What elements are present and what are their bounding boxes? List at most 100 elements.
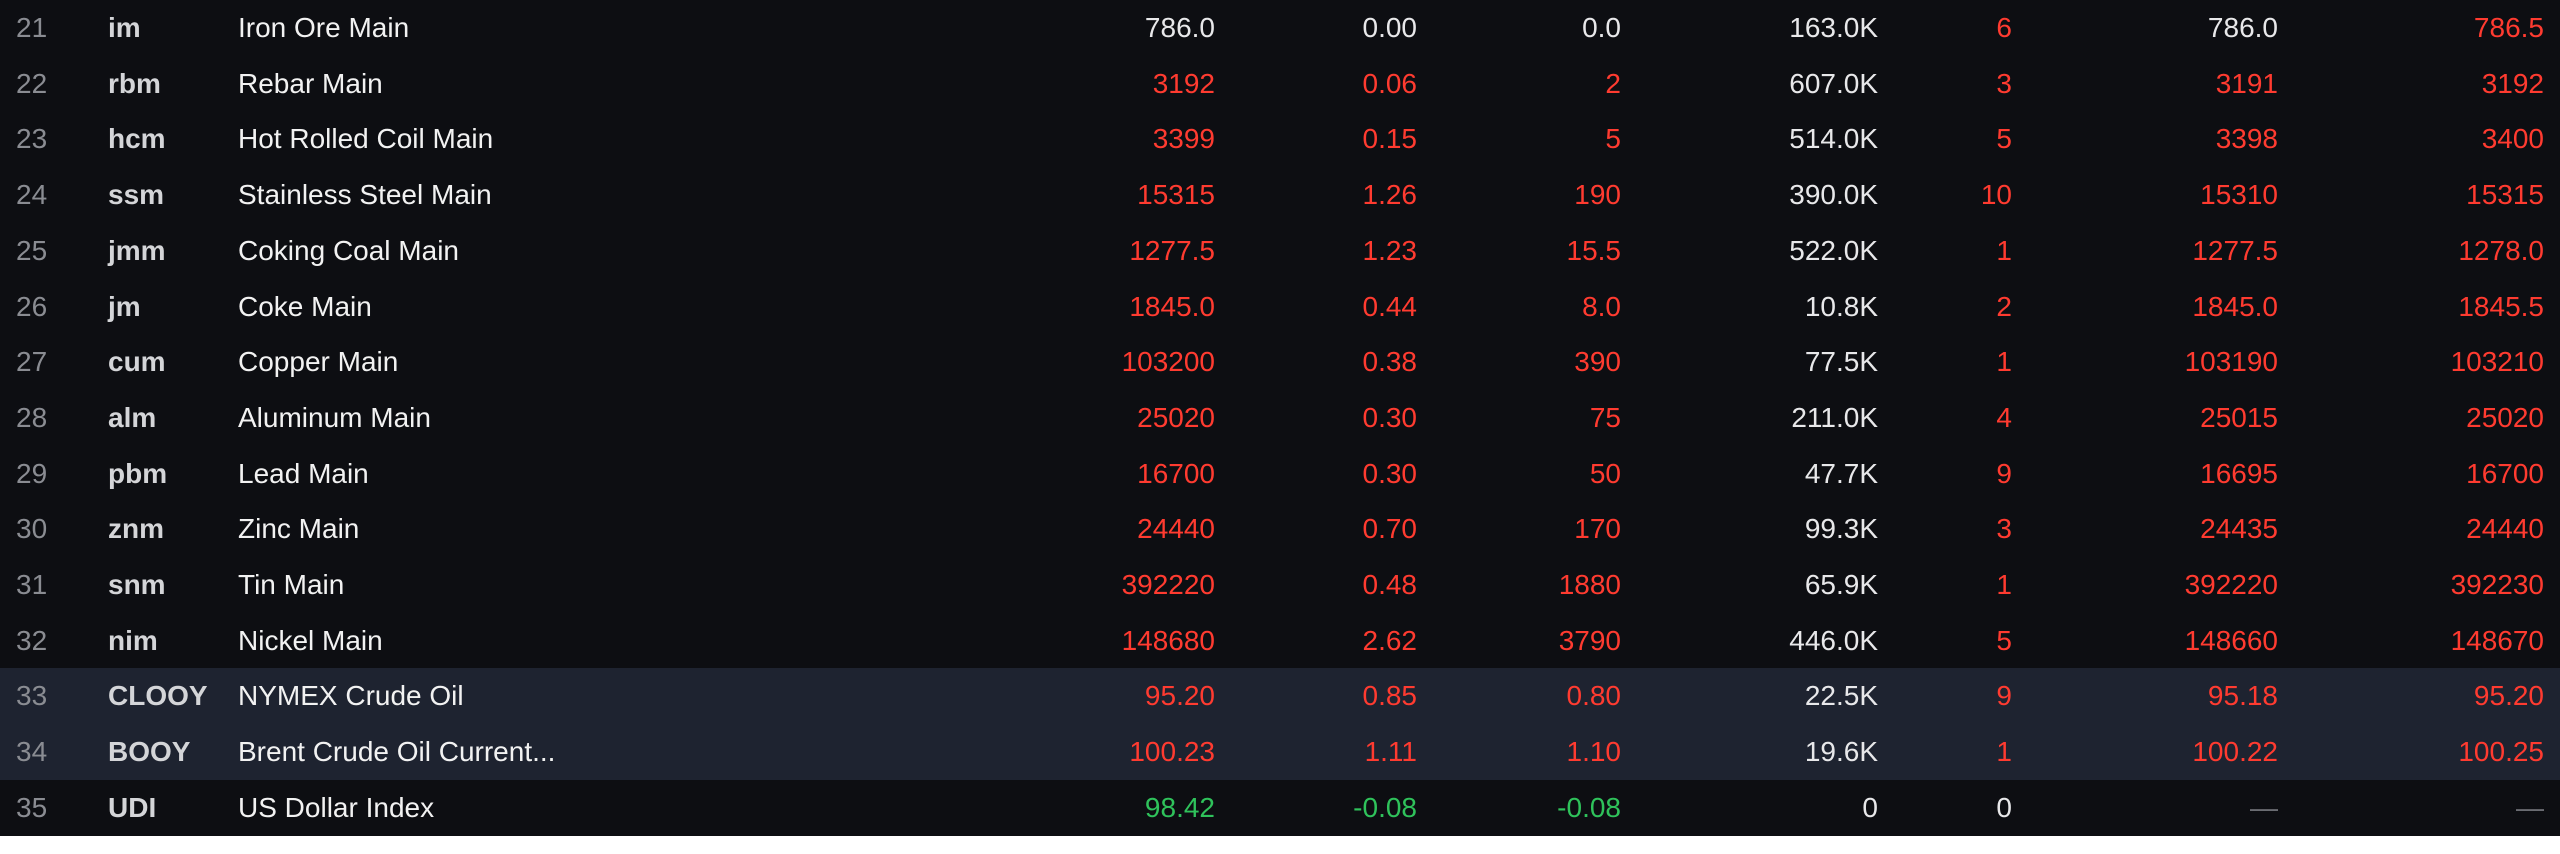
ask-price: 148670 bbox=[2450, 624, 2544, 656]
symbol-code: rbm bbox=[108, 67, 161, 99]
bid-price: 100.22 bbox=[2192, 736, 2278, 768]
bid-price: 3191 bbox=[2215, 67, 2278, 99]
ask-price: 100.25 bbox=[2458, 736, 2544, 768]
change-amount: 3790 bbox=[1558, 624, 1621, 656]
volume: 163.0K bbox=[1789, 12, 1878, 43]
instrument-name: US Dollar Index bbox=[238, 791, 435, 823]
change-amount: 1880 bbox=[1558, 569, 1621, 600]
table-row[interactable]: 30 znm Zinc Main 24440 0.70 170 99.3K 3 24435 244… bbox=[0, 501, 2560, 557]
last-price: 1277.5 bbox=[1129, 234, 1215, 266]
table-row[interactable]: 32 nim Nickel Main 148680 2.62 3790 446.0K 5 148… bbox=[0, 613, 2560, 669]
change-amount: -0.08 bbox=[1557, 791, 1621, 823]
volume: 19.6K bbox=[1804, 736, 1878, 768]
last-price: 15315 bbox=[1137, 179, 1215, 211]
ask-price: — bbox=[2516, 791, 2544, 823]
last-trade-size: 1 bbox=[1996, 736, 2012, 768]
symbol-code: CLOOY bbox=[108, 680, 208, 712]
symbol-code: ssm bbox=[108, 179, 165, 211]
last-price: 3192 bbox=[1152, 67, 1215, 99]
table-row[interactable]: 24 ssm Stainless Steel Main 15315 1.26 190 390… bbox=[0, 167, 2560, 223]
volume: 0 bbox=[1862, 791, 1878, 823]
table-row[interactable]: 29 pbm Lead Main 16700 0.30 50 47.7K 9 16695 1670… bbox=[0, 446, 2560, 502]
table-row[interactable]: 26 jm Coke Main 1845.0 0.44 8.0 10.8K 2 1845.0 18… bbox=[0, 279, 2560, 335]
instrument-name: Iron Ore Main bbox=[238, 12, 410, 43]
instrument-name: Rebar Main bbox=[238, 67, 383, 99]
bid-price: 3398 bbox=[2215, 123, 2278, 155]
change-percent: 0.38 bbox=[1362, 346, 1418, 378]
row-number: 22 bbox=[16, 67, 48, 99]
change-amount: 390 bbox=[1574, 346, 1621, 378]
table-row[interactable]: 34 BOOY Brent Crude Oil Current... 100.23 1.… bbox=[0, 724, 2560, 780]
instrument-name: Aluminum Main bbox=[238, 401, 431, 433]
last-trade-size: 1 bbox=[1996, 234, 2012, 266]
instrument-name: Coke Main bbox=[238, 290, 372, 322]
volume: 10.8K bbox=[1804, 290, 1878, 322]
last-trade-size: 5 bbox=[1996, 123, 2012, 155]
last-trade-size: 10 bbox=[1980, 179, 2012, 211]
symbol-code: BOOY bbox=[108, 736, 191, 768]
table-row[interactable]: 28 alm Aluminum Main 25020 0.30 75 211.0K 4 2501… bbox=[0, 390, 2560, 446]
change-percent: 0.48 bbox=[1362, 569, 1418, 600]
bid-price: 103190 bbox=[2184, 346, 2278, 378]
ask-price: 3400 bbox=[2481, 123, 2544, 155]
table-row[interactable]: 22 rbm Rebar Main 3192 0.06 2 607.0K 3 3191 3192 bbox=[0, 56, 2560, 112]
bid-price: 16695 bbox=[2200, 457, 2278, 489]
last-price: 25020 bbox=[1137, 401, 1215, 433]
row-number: 29 bbox=[16, 457, 48, 489]
ask-price: 24440 bbox=[2466, 513, 2544, 545]
symbol-code: im bbox=[108, 12, 141, 43]
instrument-name: Coking Coal Main bbox=[238, 234, 459, 266]
ask-price: 103210 bbox=[2450, 346, 2544, 378]
change-percent: -0.08 bbox=[1353, 791, 1417, 823]
change-amount: 1.10 bbox=[1566, 736, 1622, 768]
table-row[interactable]: 27 cum Copper Main 103200 0.38 390 77.5K 1 10319… bbox=[0, 334, 2560, 390]
volume: 607.0K bbox=[1789, 67, 1878, 99]
change-amount: 190 bbox=[1574, 179, 1621, 211]
instrument-name: Copper Main bbox=[238, 346, 399, 378]
last-price: 786.0 bbox=[1144, 12, 1215, 43]
volume: 99.3K bbox=[1804, 513, 1878, 545]
symbol-code: hcm bbox=[108, 123, 166, 155]
volume: 47.7K bbox=[1804, 457, 1878, 489]
last-trade-size: 2 bbox=[1996, 290, 2012, 322]
row-number: 32 bbox=[16, 624, 48, 656]
table-row[interactable]: 31 snm Tin Main 392220 0.48 1880 65.9K 1 392220 3… bbox=[0, 557, 2560, 613]
instrument-name: Tin Main bbox=[238, 569, 345, 600]
table-row[interactable]: 35 UDI US Dollar Index 98.42 -0.08 -0.08 0 0 — — bbox=[0, 780, 2560, 836]
row-number: 31 bbox=[16, 569, 48, 600]
change-percent: 0.30 bbox=[1362, 457, 1418, 489]
table-row[interactable]: 25 jmm Coking Coal Main 1277.5 1.23 15.5 522.0… bbox=[0, 223, 2560, 279]
change-percent: 0.15 bbox=[1362, 123, 1418, 155]
table-row[interactable]: 21 im Iron Ore Main 786.0 0.00 0.0 163.0K 6 786.… bbox=[0, 0, 2560, 56]
ask-price: 25020 bbox=[2466, 401, 2544, 433]
volume: 65.9K bbox=[1804, 569, 1878, 600]
table-row[interactable]: 33 CLOOY NYMEX Crude Oil 95.20 0.85 0.80 22.5K… bbox=[0, 668, 2560, 725]
volume: 446.0K bbox=[1789, 624, 1878, 656]
change-amount: 75 bbox=[1589, 401, 1621, 433]
symbol-code: nim bbox=[108, 624, 158, 656]
table-row[interactable]: 23 hcm Hot Rolled Coil Main 3399 0.15 5 514.0K… bbox=[0, 111, 2560, 167]
row-number: 26 bbox=[16, 290, 48, 322]
bid-price: — bbox=[2250, 791, 2278, 823]
ask-price: 3192 bbox=[2481, 67, 2544, 99]
bid-price: 24435 bbox=[2200, 513, 2278, 545]
last-price: 95.20 bbox=[1144, 680, 1215, 712]
change-amount: 50 bbox=[1589, 457, 1621, 489]
change-percent: 0.85 bbox=[1362, 680, 1418, 712]
symbol-code: snm bbox=[108, 569, 166, 600]
last-price: 1845.0 bbox=[1129, 290, 1215, 322]
change-percent: 1.11 bbox=[1364, 736, 1417, 768]
bid-price: 392220 bbox=[2184, 569, 2278, 600]
volume: 522.0K bbox=[1789, 234, 1878, 266]
change-percent: 1.26 bbox=[1362, 179, 1418, 211]
change-amount: 8.0 bbox=[1582, 290, 1621, 322]
row-number: 28 bbox=[16, 401, 48, 433]
volume: 22.5K bbox=[1804, 680, 1878, 712]
row-number: 33 bbox=[16, 680, 48, 712]
change-percent: 0.00 bbox=[1362, 12, 1418, 43]
volume: 390.0K bbox=[1789, 179, 1878, 211]
change-amount: 0.80 bbox=[1566, 680, 1622, 712]
bid-price: 15310 bbox=[2200, 179, 2278, 211]
change-percent: 1.23 bbox=[1362, 234, 1418, 266]
instrument-name: Brent Crude Oil Current... bbox=[238, 736, 556, 768]
